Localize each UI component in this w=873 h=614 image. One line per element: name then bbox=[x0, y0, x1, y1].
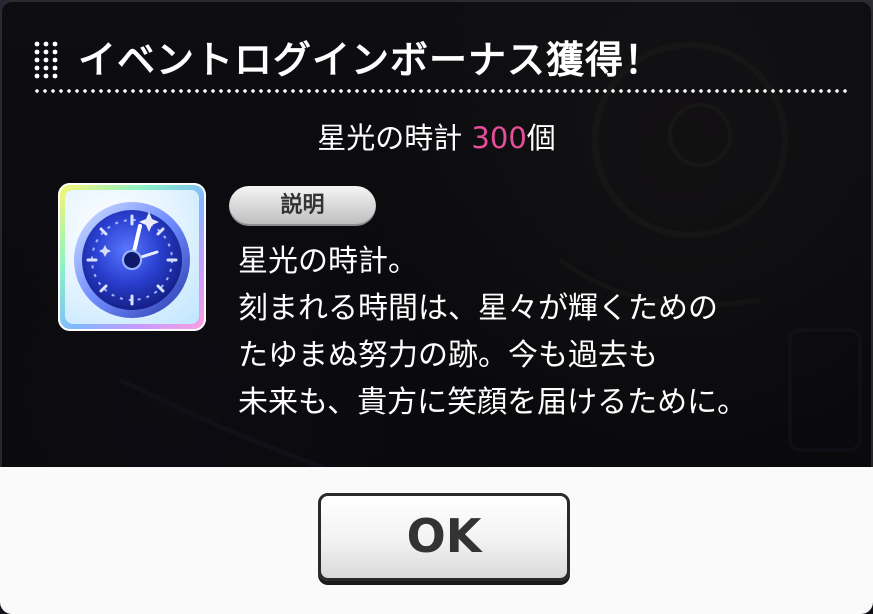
description-line: たゆまぬ努力の跡。今も過去も bbox=[238, 338, 658, 373]
reward-unit: 個 bbox=[526, 121, 556, 155]
dialog-title: イベントログインボーナス獲得！ bbox=[78, 38, 664, 82]
description-label-badge: 説明 bbox=[229, 186, 376, 226]
grip-dots-icon bbox=[34, 41, 58, 79]
reward-count: 300 bbox=[471, 121, 527, 155]
ok-button[interactable]: OK bbox=[318, 493, 570, 581]
reward-item-name: 星光の時計 bbox=[317, 121, 463, 155]
item-description: 星光の時計。 刻まれる時間は、星々が輝くための たゆまぬ努力の跡。今も過去も 未… bbox=[238, 238, 858, 426]
description-line: 未来も、貴方に笑顔を届けるために。 bbox=[238, 385, 748, 420]
clock-icon bbox=[74, 202, 190, 318]
dialog-title-bar: イベントログインボーナス獲得！ bbox=[0, 0, 873, 100]
item-thumbnail bbox=[58, 183, 206, 331]
reward-summary: 星光の時計 300個 bbox=[0, 118, 873, 158]
title-dotted-divider bbox=[33, 89, 851, 93]
item-thumbnail-inner bbox=[65, 190, 199, 324]
login-bonus-dialog: イベントログインボーナス獲得！ 星光の時計 300個 説明 星光の時計。 刻まれ… bbox=[0, 0, 873, 614]
description-line: 刻まれる時間は、星々が輝くための bbox=[238, 291, 718, 326]
description-line: 星光の時計。 bbox=[238, 244, 418, 279]
screen: イベントログインボーナス獲得！ 星光の時計 300個 説明 星光の時計。 刻まれ… bbox=[0, 0, 873, 614]
